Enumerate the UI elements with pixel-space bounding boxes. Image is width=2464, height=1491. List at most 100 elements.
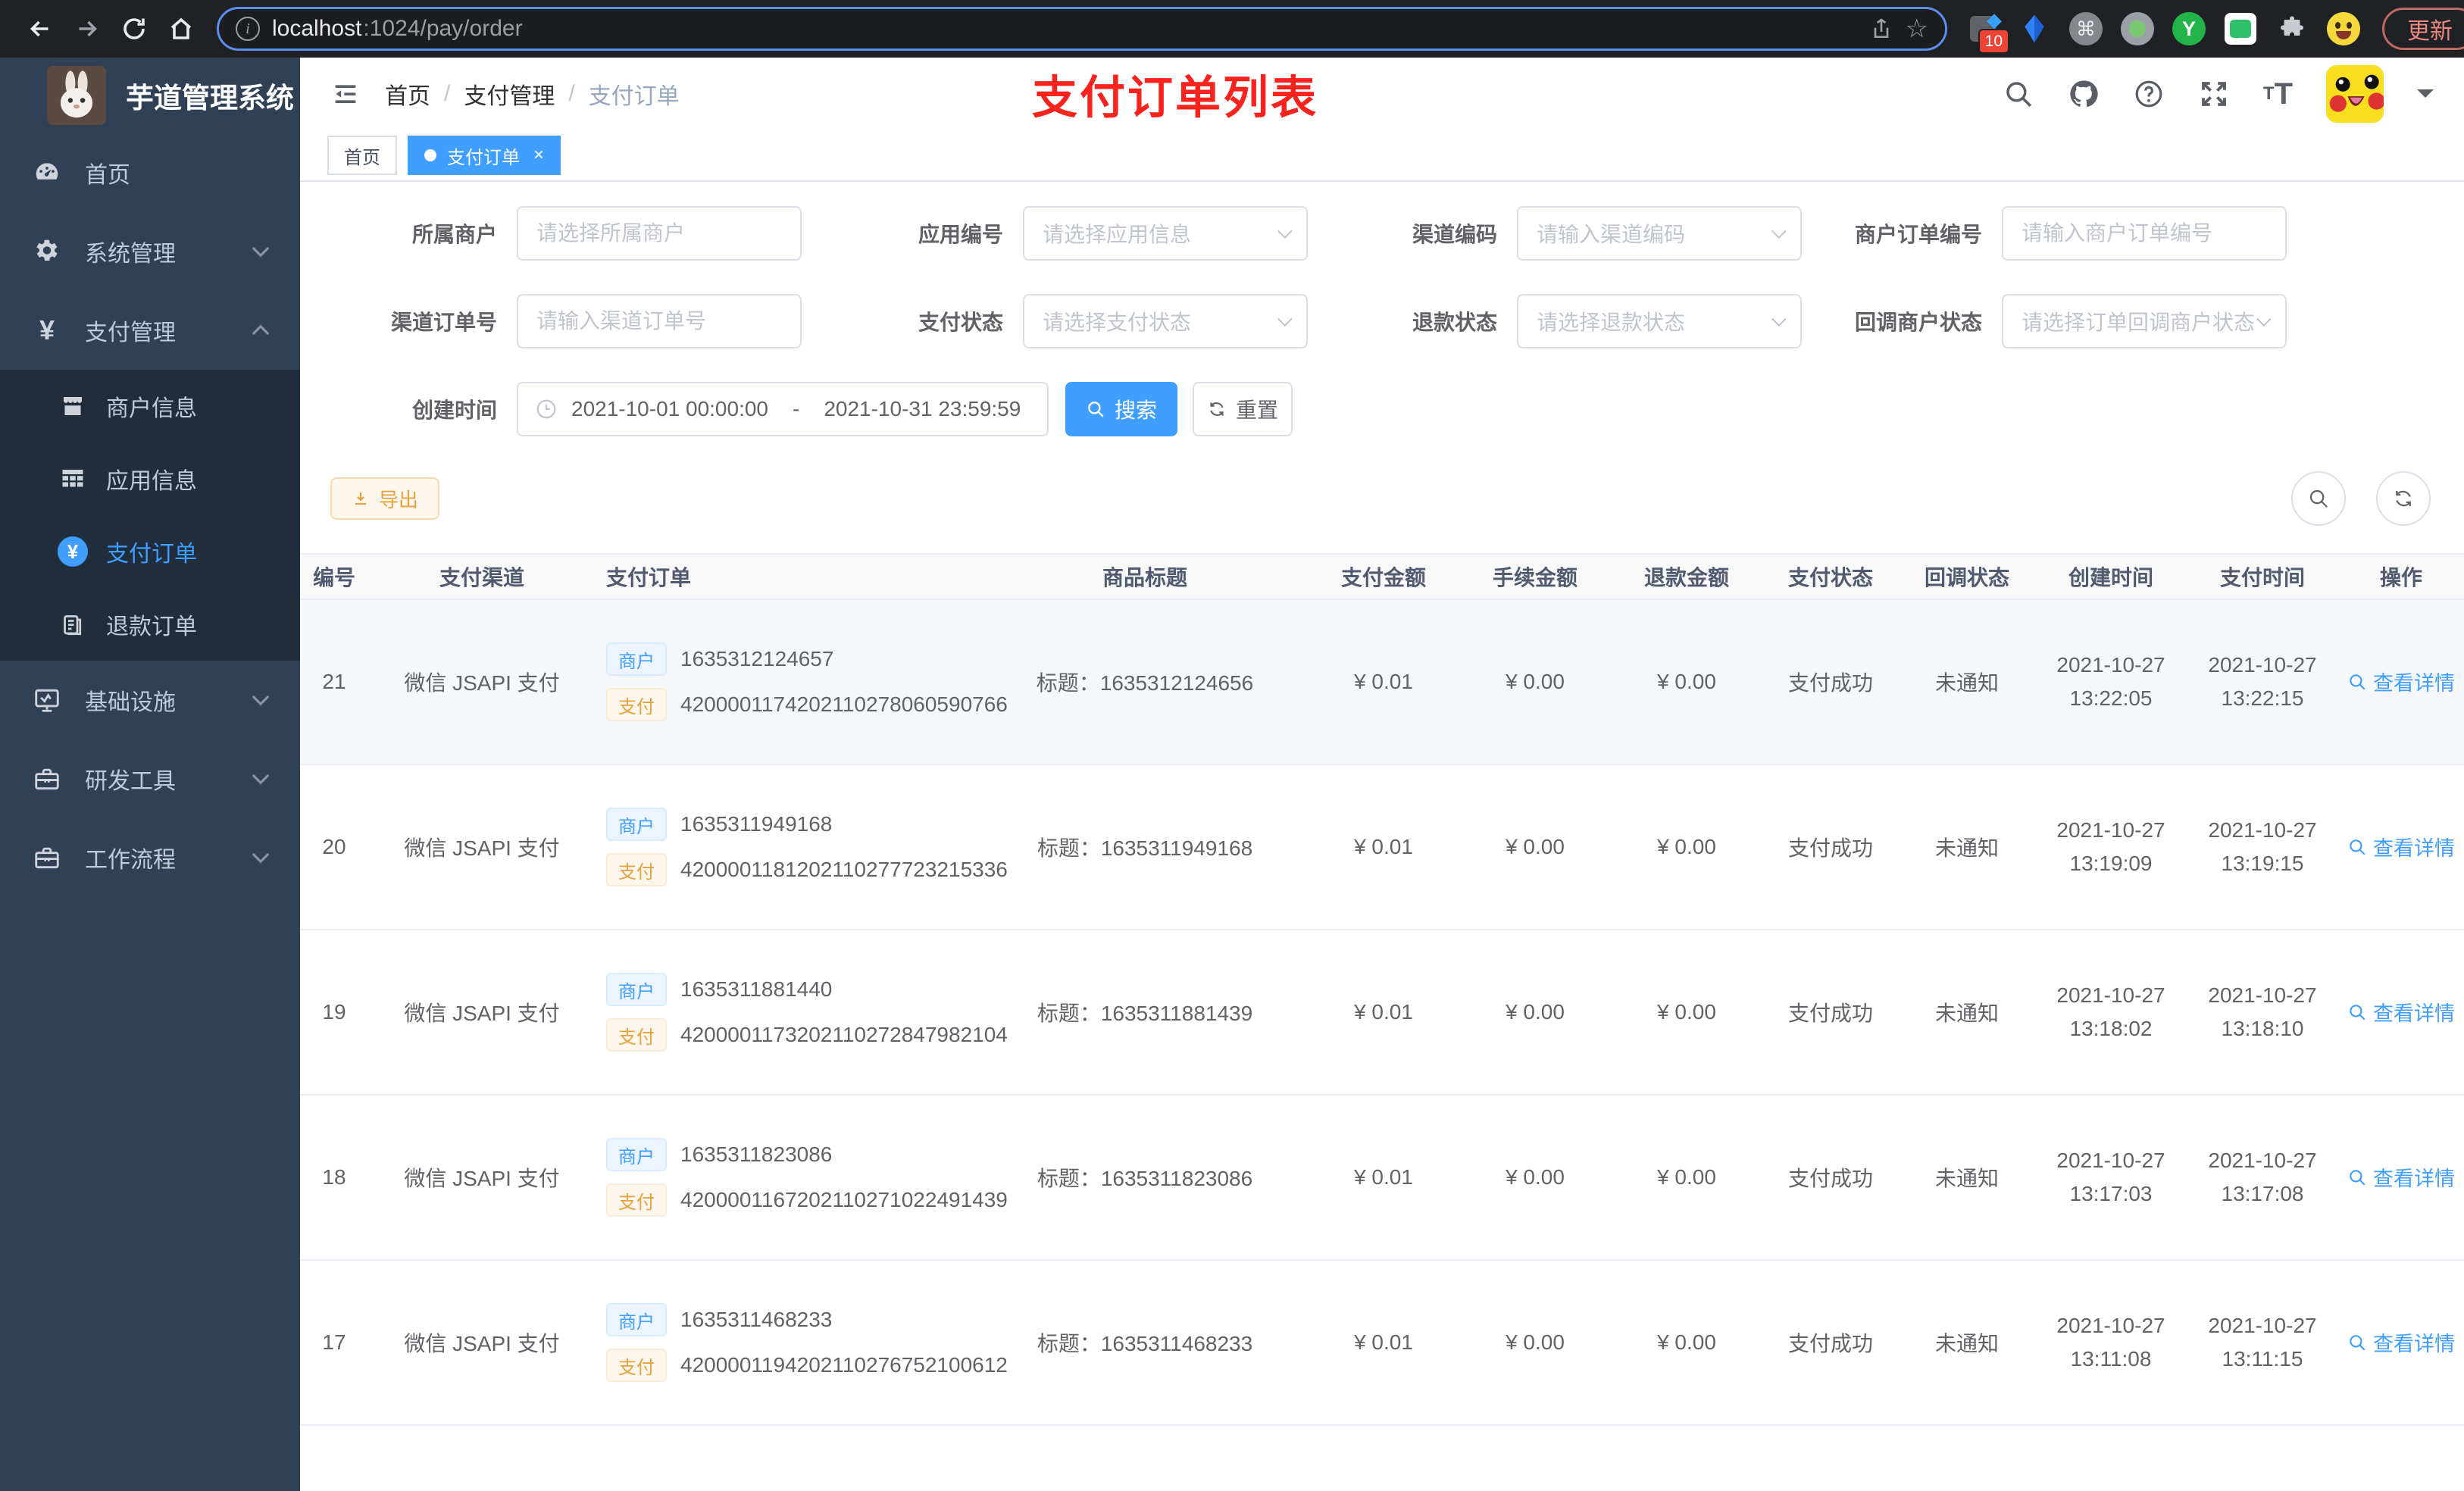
create-time-range-picker[interactable]: 2021-10-01 00:00:00 - 2021-10-31 23:59:5… (517, 382, 1049, 436)
sidebar-item-devtools[interactable]: 研发工具 (0, 739, 300, 818)
pay-order-no: 4200001194202110276752100612 (680, 1353, 1008, 1377)
extension-chat-icon[interactable] (2223, 11, 2258, 46)
toggle-search-button[interactable] (2291, 471, 2346, 526)
sidebar-item-home[interactable]: 首页 (0, 133, 300, 212)
notify-status-select[interactable]: 请选择订单回调商户状态 (2002, 294, 2287, 349)
channel-order-no-input[interactable] (517, 294, 802, 349)
cell-fee: ¥ 0.00 (1506, 1165, 1565, 1189)
cell-fee: ¥ 0.00 (1506, 1000, 1565, 1024)
cell-channel: 微信 JSAPI 支付 (404, 1002, 560, 1025)
sidebar-item-app-info[interactable]: 应用信息 (0, 442, 300, 515)
dashboard-icon (29, 158, 65, 187)
cell-id: 17 (322, 1330, 346, 1354)
extension-grid-icon[interactable]: ◆ 10 (1965, 10, 2009, 54)
sidebar-item-merchant-info[interactable]: 商户信息 (0, 370, 300, 442)
bookmark-star-icon[interactable]: ☆ (1906, 16, 1928, 42)
view-detail-link[interactable]: 查看详情 (2347, 1162, 2455, 1192)
tab-home[interactable]: 首页 (327, 136, 397, 175)
app-select[interactable]: 请选择应用信息 (1023, 206, 1308, 261)
cell-title: 标题：1635312124656 (1036, 671, 1254, 695)
cell-fee: ¥ 0.00 (1506, 670, 1565, 693)
pay-order-no: 4200001173202110272847982104 (680, 1023, 1008, 1046)
merchant-tag: 商户 (606, 973, 667, 1006)
sidebar-item-label: 支付订单 (106, 542, 197, 567)
cell-amount: ¥ 0.01 (1354, 1000, 1413, 1024)
extension-command-icon[interactable]: ⌘ (2068, 11, 2103, 46)
fullscreen-icon[interactable] (2198, 78, 2230, 110)
chrome-update-button[interactable]: 更新 (2382, 8, 2464, 50)
share-icon[interactable] (1869, 17, 1893, 41)
merchant-tag: 商户 (606, 808, 667, 841)
help-icon[interactable] (2133, 78, 2165, 110)
address-bar[interactable]: i localhost :1024/pay/order ☆ (217, 7, 1947, 51)
logo-rabbit-icon (47, 66, 106, 125)
sidebar-item-payment[interactable]: ¥ 支付管理 (0, 291, 300, 370)
sidebar-collapse-icon[interactable] (330, 79, 361, 109)
extension-emoji-icon[interactable] (2326, 11, 2361, 46)
view-detail-link[interactable]: 查看详情 (2347, 832, 2455, 861)
github-icon[interactable] (2068, 78, 2100, 110)
field-label: 渠道订单号 (390, 311, 497, 334)
tab-pay-order[interactable]: 支付订单 × (408, 136, 561, 175)
cell-create-time: 2021-10-27 13:18:02 (2056, 983, 2165, 1040)
home-icon[interactable] (158, 5, 205, 52)
sidebar-item-system[interactable]: 系统管理 (0, 212, 300, 291)
view-detail-link[interactable]: 查看详情 (2347, 667, 2455, 696)
merchant-order-no: 1635311881440 (680, 977, 833, 1001)
merchant-input[interactable] (517, 206, 802, 261)
search-button[interactable]: 搜索 (1065, 382, 1177, 436)
filter-row-1: 所属商户 应用编号 请选择应用信息 渠道编码 请输入渠道编码 商户订单编号 (300, 205, 2464, 262)
extension-record-icon[interactable] (2120, 11, 2155, 46)
reset-button[interactable]: 重置 (1193, 382, 1293, 436)
tab-label: 支付订单 (447, 147, 520, 168)
sidebar-item-refund-order[interactable]: 退款订单 (0, 588, 300, 661)
cell-actions: 查看详情 (2338, 667, 2464, 697)
view-detail-link[interactable]: 查看详情 (2347, 1327, 2455, 1357)
cell-channel: 微信 JSAPI 支付 (404, 836, 560, 860)
sidebar-item-infrastructure[interactable]: 基础设施 (0, 661, 300, 739)
view-detail-link[interactable]: 查看详情 (2347, 997, 2455, 1027)
chevron-down-icon (1771, 311, 1787, 327)
site-info-icon[interactable]: i (236, 17, 260, 41)
sidebar-item-label: 基础设施 (85, 690, 176, 715)
cell-status: 支付成功 (1787, 671, 1873, 695)
reload-icon[interactable] (111, 5, 158, 52)
sidebar-item-workflow[interactable]: 工作流程 (0, 818, 300, 897)
extension-y-icon[interactable]: Y (2172, 11, 2206, 46)
col-notify: 回调状态 (1924, 566, 2009, 589)
search-icon[interactable] (2003, 78, 2034, 110)
avatar-dropdown-caret[interactable] (2417, 89, 2434, 106)
forward-icon[interactable] (64, 5, 111, 52)
cell-status: 支付成功 (1787, 1002, 1873, 1025)
breadcrumb-home[interactable]: 首页 (385, 77, 430, 111)
extensions-puzzle-icon[interactable] (2275, 11, 2309, 46)
breadcrumb-payment[interactable]: 支付管理 (464, 77, 555, 111)
col-pay-order: 支付订单 (606, 566, 692, 589)
sidebar-item-pay-order[interactable]: ¥ 支付订单 (0, 515, 300, 588)
cell-create-time: 2021-10-27 13:19:09 (2056, 818, 2165, 875)
cell-notify: 未通知 (1934, 1167, 1999, 1190)
extension-kite-icon[interactable] (2017, 11, 2052, 46)
refresh-button[interactable] (2376, 471, 2431, 526)
cell-pay-time: 2021-10-27 13:22:15 (2208, 653, 2317, 710)
cell-id: 18 (322, 1165, 346, 1189)
merchant-order-no-input[interactable] (2002, 206, 2287, 261)
refund-status-select[interactable]: 请选择退款状态 (1517, 294, 1802, 349)
field-label: 回调商户状态 (1854, 311, 1982, 334)
back-icon[interactable] (17, 5, 64, 52)
sidebar-item-label: 系统管理 (85, 242, 176, 267)
close-tab-icon[interactable]: × (533, 145, 544, 166)
user-avatar[interactable] (2326, 65, 2384, 123)
pay-tag: 支付 (606, 853, 667, 886)
active-tab-dot (424, 149, 436, 161)
field-label: 商户订单编号 (1854, 223, 1982, 246)
pay-tag: 支付 (606, 688, 667, 721)
export-button[interactable]: 导出 (330, 477, 440, 520)
font-size-icon[interactable]: TT (2263, 77, 2293, 111)
channel-code-select[interactable]: 请输入渠道编码 (1517, 206, 1802, 261)
cell-title: 标题：1635311881439 (1037, 1002, 1253, 1025)
pay-status-select[interactable]: 请选择支付状态 (1023, 294, 1308, 349)
chevron-down-icon (1277, 223, 1293, 239)
breadcrumb-current: 支付订单 (588, 84, 680, 109)
cell-pay-order: 商户 1635311949168 支付 42000011812021102777… (596, 796, 1008, 899)
